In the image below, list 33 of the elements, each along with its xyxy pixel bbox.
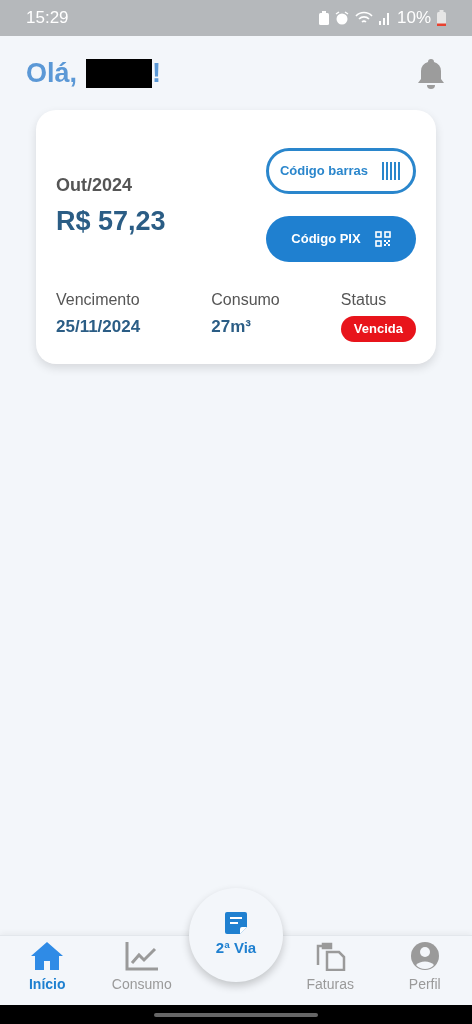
status-badge: Vencida [340,316,416,342]
field-value: 25/11/2024 [56,316,142,338]
status-time: 15:29 [26,7,69,30]
wifi-icon [354,11,373,25]
field-label: Status [340,290,388,310]
greeting-text: Olá, [26,56,78,90]
home-indicator[interactable] [154,1012,318,1017]
profile-icon [409,941,440,971]
field-label: Vencimento [56,290,141,310]
field-value: 27m³ [211,316,252,338]
battery-icon [437,10,446,26]
barcode-icon [382,162,403,180]
home-icon [30,941,65,971]
qr-code-icon [374,231,391,247]
notification-bell-icon[interactable] [416,57,446,89]
line-chart-icon [124,941,159,971]
nav-tab[interactable]: Faturas [283,941,378,995]
nav-tab[interactable]: Perfil [377,941,472,995]
clipboard-icon [314,941,347,971]
battery-saver-icon [318,11,329,25]
nav-tab[interactable]: Consumo [94,941,189,995]
bill-amount: R$ 57,23 [56,205,166,239]
exclamation-text: ! [152,56,162,90]
barcode-button[interactable]: Código barras [266,148,416,194]
note-icon [224,910,248,935]
pix-code-button[interactable]: Código PIX [266,216,416,262]
field-label: Consumo [211,290,281,310]
signal-icon [378,11,391,25]
second-copy-button[interactable]: 2ª Via [189,888,283,982]
bill-period: Out/2024 [56,174,134,198]
alarm-icon [334,11,349,25]
battery-percent: 10% [396,7,431,30]
nav-tab[interactable]: Início [0,941,95,995]
